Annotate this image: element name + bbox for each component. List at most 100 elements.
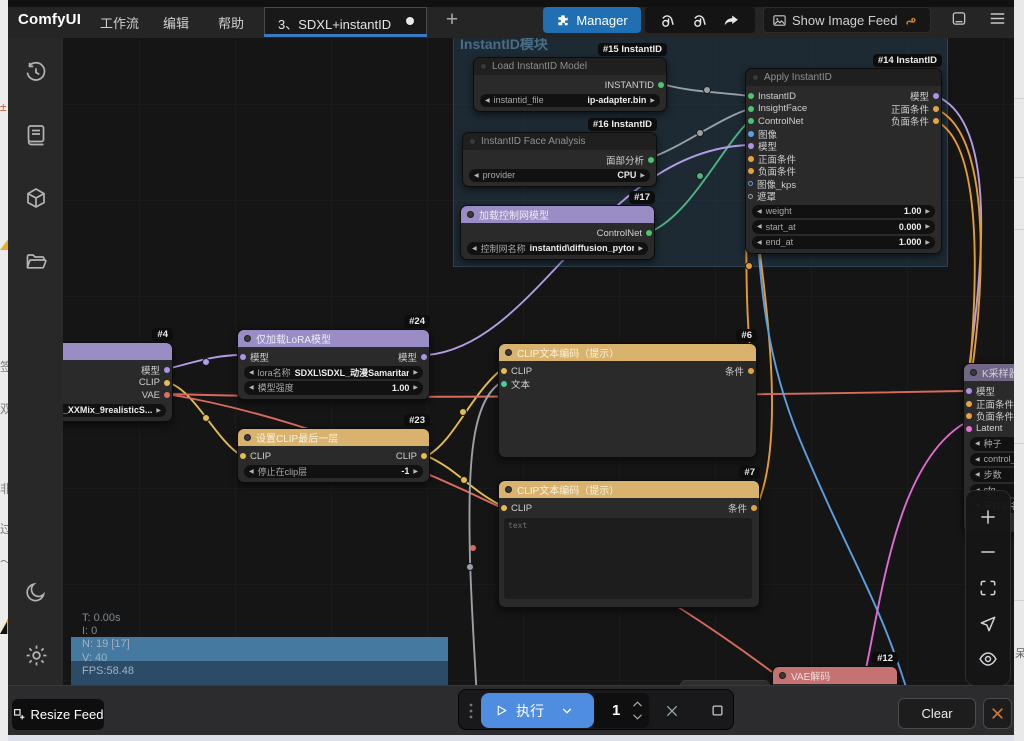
port-dot[interactable] (748, 368, 754, 374)
widget-left-arrow-icon[interactable]: ◀ (757, 223, 762, 230)
port-dot[interactable] (748, 131, 754, 137)
node-clip-text-encode-positive[interactable]: CLIP文本编码（提示）CLIP文本条件 (498, 343, 757, 458)
node-apply-instantid[interactable]: Apply InstantIDInstantIDInsightFaceContr… (745, 68, 942, 254)
node-graph-canvas[interactable]: InstantID模块 Load InstantID ModelINSTANTI… (63, 38, 1014, 685)
workflow-tab[interactable]: 3、SDXL+instantID (264, 7, 427, 36)
widget-right-arrow-icon[interactable]: ▶ (650, 97, 655, 104)
port-dot[interactable] (933, 93, 939, 99)
stop-icon[interactable] (707, 690, 727, 731)
node-title[interactable]: CLIP文本编码（提示） (499, 481, 759, 498)
widget-left-arrow-icon[interactable]: ◀ (757, 239, 762, 246)
select-mode-icon[interactable] (978, 614, 998, 634)
fetch-updates-icon[interactable] (660, 12, 677, 29)
output-port-模型[interactable]: 模型 (141, 364, 170, 376)
widget-种子[interactable]: ◀种子 (970, 437, 1014, 451)
port-dot[interactable] (164, 380, 170, 386)
widget-left-arrow-icon[interactable]: ◀ (485, 97, 490, 104)
collapse-dot-icon[interactable] (505, 349, 512, 356)
node-title[interactable]: 仅加载LoRA模型 (238, 330, 429, 347)
node-load-instantid-model[interactable]: Load InstantID Model INSTANTID ◀instantid_… (473, 57, 667, 112)
widget-停止在clip层[interactable]: ◀停止在clip层-1▶ (244, 465, 423, 479)
workflows-icon[interactable] (24, 123, 48, 147)
widget-right-arrow-icon[interactable]: ▶ (925, 239, 930, 246)
input-port-负面条件[interactable]: 负面条件 (966, 410, 1014, 422)
node-checkpoint-loader[interactable]: 模型CLIPVAE _XXMix_9realisticS...▶ (63, 342, 173, 422)
input-port-模型[interactable]: 模型 (748, 140, 777, 152)
output-port-模型[interactable]: 模型 (398, 351, 427, 363)
output-port-面部分析[interactable]: 面部分析 (606, 154, 654, 166)
port-dot[interactable] (966, 388, 972, 394)
port-dot[interactable] (933, 118, 939, 124)
widget-provider[interactable]: ◀providerCPU▶ (469, 169, 650, 183)
widget-步数[interactable]: ◀步数 (970, 468, 1014, 482)
port-dot[interactable] (421, 453, 427, 459)
input-port-负面条件[interactable]: 负面条件 (748, 165, 796, 177)
port-dot[interactable] (501, 368, 507, 374)
input-port-图像_kps[interactable]: 图像_kps (748, 178, 796, 190)
widget-right-arrow-icon[interactable]: ▶ (413, 369, 418, 376)
input-port-正面条件[interactable]: 正面条件 (748, 153, 796, 165)
resize-feed-button[interactable]: Resize Feed (12, 699, 104, 730)
collapse-dot-icon[interactable] (779, 672, 786, 679)
port-dot[interactable] (748, 106, 754, 112)
port-dot[interactable] (164, 392, 170, 398)
widget-lora名称[interactable]: ◀lora名称SDXL\SDXL_动漫Samaritan 3d...▶ (244, 366, 423, 380)
reroute-dot[interactable] (467, 564, 474, 571)
output-port-CLIP[interactable]: CLIP (139, 377, 170, 389)
port-dot[interactable] (748, 168, 754, 174)
widget-combo[interactable]: _XXMix_9realisticS...▶ (63, 404, 166, 418)
collapse-dot-icon[interactable] (970, 369, 977, 376)
theme-moon-icon[interactable] (24, 580, 48, 604)
node-load-controlnet-model[interactable]: 加载控制网模型ControlNet◀控制网名称instantid\diffusi… (460, 205, 655, 260)
reroute-dot[interactable] (460, 409, 467, 416)
collapse-dot-icon[interactable] (505, 486, 512, 493)
input-port-InsightFace[interactable]: InsightFace (748, 103, 807, 115)
node-vae-decode[interactable]: VAE解码 (772, 666, 898, 685)
decrement-icon[interactable] (632, 712, 643, 722)
input-port-Latent[interactable]: Latent (966, 423, 1002, 435)
port-dot[interactable] (966, 401, 972, 407)
port-dot[interactable] (501, 505, 507, 511)
reroute-dot[interactable] (697, 173, 704, 180)
drag-handle-icon[interactable] (467, 690, 475, 731)
widget-left-arrow-icon[interactable]: ◀ (757, 208, 762, 215)
widget-start_at[interactable]: ◀start_at0.000▶ (752, 220, 935, 234)
input-port-CLIP[interactable]: CLIP (501, 502, 532, 514)
port-dot[interactable] (751, 505, 757, 511)
collapse-dot-icon[interactable] (752, 74, 759, 81)
input-port-模型[interactable]: 模型 (966, 385, 995, 397)
node-title[interactable]: Load InstantID Model (474, 58, 666, 75)
widget-control_af...[interactable]: ◀control_af... (970, 453, 1014, 467)
reroute-dot[interactable] (704, 87, 711, 94)
collapse-dot-icon[interactable] (244, 335, 251, 342)
node-instantid-face-analysis[interactable]: InstantID Face Analysis面部分析◀providerCPU▶ (462, 132, 657, 187)
node-title[interactable]: 设置CLIP最后一层 (238, 429, 429, 446)
batch-count-stepper[interactable]: 1 (594, 693, 649, 728)
output-port-条件[interactable]: 条件 (728, 502, 757, 514)
node-title[interactable]: 加载控制网模型 (461, 206, 654, 223)
zoom-in-icon[interactable] (978, 507, 998, 527)
output-port-VAE[interactable]: VAE (142, 389, 170, 401)
widget-right-arrow-icon[interactable]: ▶ (413, 384, 418, 391)
fit-view-icon[interactable] (978, 578, 998, 598)
close-feed-button[interactable] (983, 698, 1012, 729)
cancel-run-icon[interactable] (662, 690, 682, 731)
clear-button[interactable]: Clear (898, 698, 976, 729)
widget-left-arrow-icon[interactable]: ◀ (975, 456, 980, 463)
collapse-dot-icon[interactable] (467, 211, 474, 218)
prompt-textarea[interactable]: text (504, 518, 752, 600)
run-options-chevron-icon[interactable] (560, 704, 574, 718)
widget-left-arrow-icon[interactable]: ◀ (472, 245, 477, 252)
widget-instantid_file[interactable]: ◀instantid_fileip-adapter.bin▶ (480, 94, 660, 108)
port-dot[interactable] (933, 106, 939, 112)
menu-workflow[interactable]: 工作流 (100, 13, 139, 32)
collapse-dot-icon[interactable] (244, 434, 251, 441)
input-port-文本[interactable]: 文本 (501, 378, 530, 390)
port-dot[interactable] (646, 230, 652, 236)
node-title[interactable]: CLIP文本编码（提示） (499, 344, 756, 361)
output-port-正面条件[interactable]: 正面条件 (891, 103, 939, 115)
node-title[interactable]: K采样器 (964, 364, 1014, 381)
output-port-INSTANTID[interactable]: INSTANTID (605, 79, 664, 91)
output-port-CLIP[interactable]: CLIP (396, 450, 427, 462)
port-dot[interactable] (240, 354, 246, 360)
